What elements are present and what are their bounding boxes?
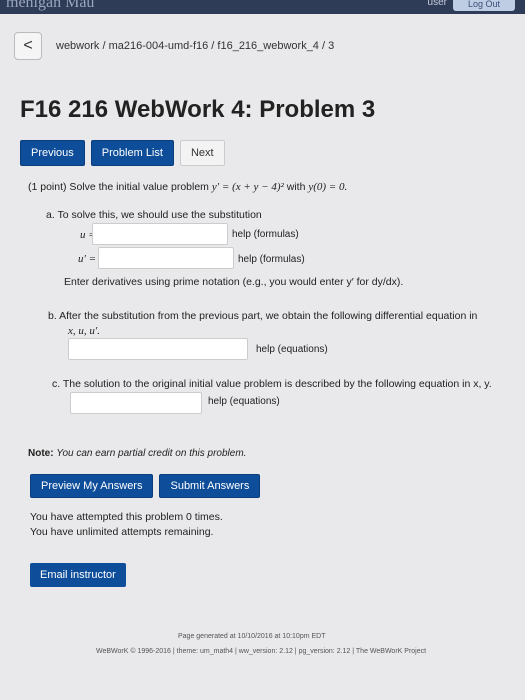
u-prime-label: u′ = [78, 253, 97, 265]
problem-list-button[interactable]: Problem List [90, 140, 174, 166]
footer-copyright: WeBWorK © 1996-2016 | theme: um_math4 | … [96, 648, 427, 655]
note-label: Note: [28, 448, 54, 459]
back-button[interactable]: < [14, 32, 42, 60]
part-b-vars: x, u, u′. [68, 325, 101, 337]
previous-button[interactable]: Previous [20, 140, 85, 166]
problem-with: with [286, 181, 306, 193]
note-text: You can earn partial credit on this prob… [56, 448, 247, 459]
email-instructor-button[interactable]: Email instructor [30, 563, 126, 587]
initial-condition: y(0) = 0. [308, 181, 348, 193]
help-formulas-link[interactable]: help (formulas) [232, 229, 299, 240]
breadcrumb: webwork / ma216-004-umd-f16 / f16_216_we… [56, 40, 335, 52]
user-link[interactable]: user [428, 0, 447, 8]
chevron-left-icon: < [23, 37, 33, 54]
top-bar: menigan Mau user Log Out [0, 0, 525, 14]
submit-answers-button[interactable]: Submit Answers [159, 474, 261, 498]
submit-actions: Preview My Answers Submit Answers [30, 474, 261, 498]
problem-equation: y′ = (x + y − 4)² [211, 181, 284, 193]
breadcrumb-bar: < webwork / ma216-004-umd-f16 / f16_216_… [14, 26, 519, 66]
derivative-note: Enter derivatives using prime notation (… [64, 276, 404, 288]
solution-input[interactable] [70, 392, 202, 414]
attempts-info: You have attempted this problem 0 times.… [30, 510, 223, 540]
page-title: F16 216 WebWork 4: Problem 3 [20, 96, 376, 123]
problem-nav: Previous Problem List Next [20, 140, 225, 166]
logout-button[interactable]: Log Out [453, 0, 515, 11]
attempts-count: You have attempted this problem 0 times. [30, 511, 223, 523]
preview-answers-button[interactable]: Preview My Answers [30, 474, 154, 498]
differential-equation-input[interactable] [68, 338, 248, 360]
problem-body: (1 point) Solve the initial value proble… [28, 176, 498, 436]
site-header-text: menigan Mau [6, 0, 95, 11]
help-formulas-link-2[interactable]: help (formulas) [238, 254, 305, 265]
help-equations-link-2[interactable]: help (equations) [208, 396, 280, 407]
part-b-label: b. After the substitution from the previ… [48, 310, 478, 322]
help-equations-link[interactable]: help (equations) [256, 344, 328, 355]
part-a-label: a. To solve this, we should use the subs… [46, 209, 262, 221]
u-answer-input[interactable] [92, 223, 228, 245]
problem-intro: (1 point) Solve the initial value proble… [28, 181, 209, 193]
note: Note: You can earn partial credit on thi… [28, 448, 246, 459]
part-c-label: c. The solution to the original initial … [52, 378, 492, 390]
u-prime-answer-input[interactable] [98, 247, 234, 269]
page-generated-text: Page generated at 10/10/2016 at 10:10pm … [178, 633, 326, 640]
next-button[interactable]: Next [179, 140, 225, 166]
attempts-remaining: You have unlimited attempts remaining. [30, 526, 214, 538]
